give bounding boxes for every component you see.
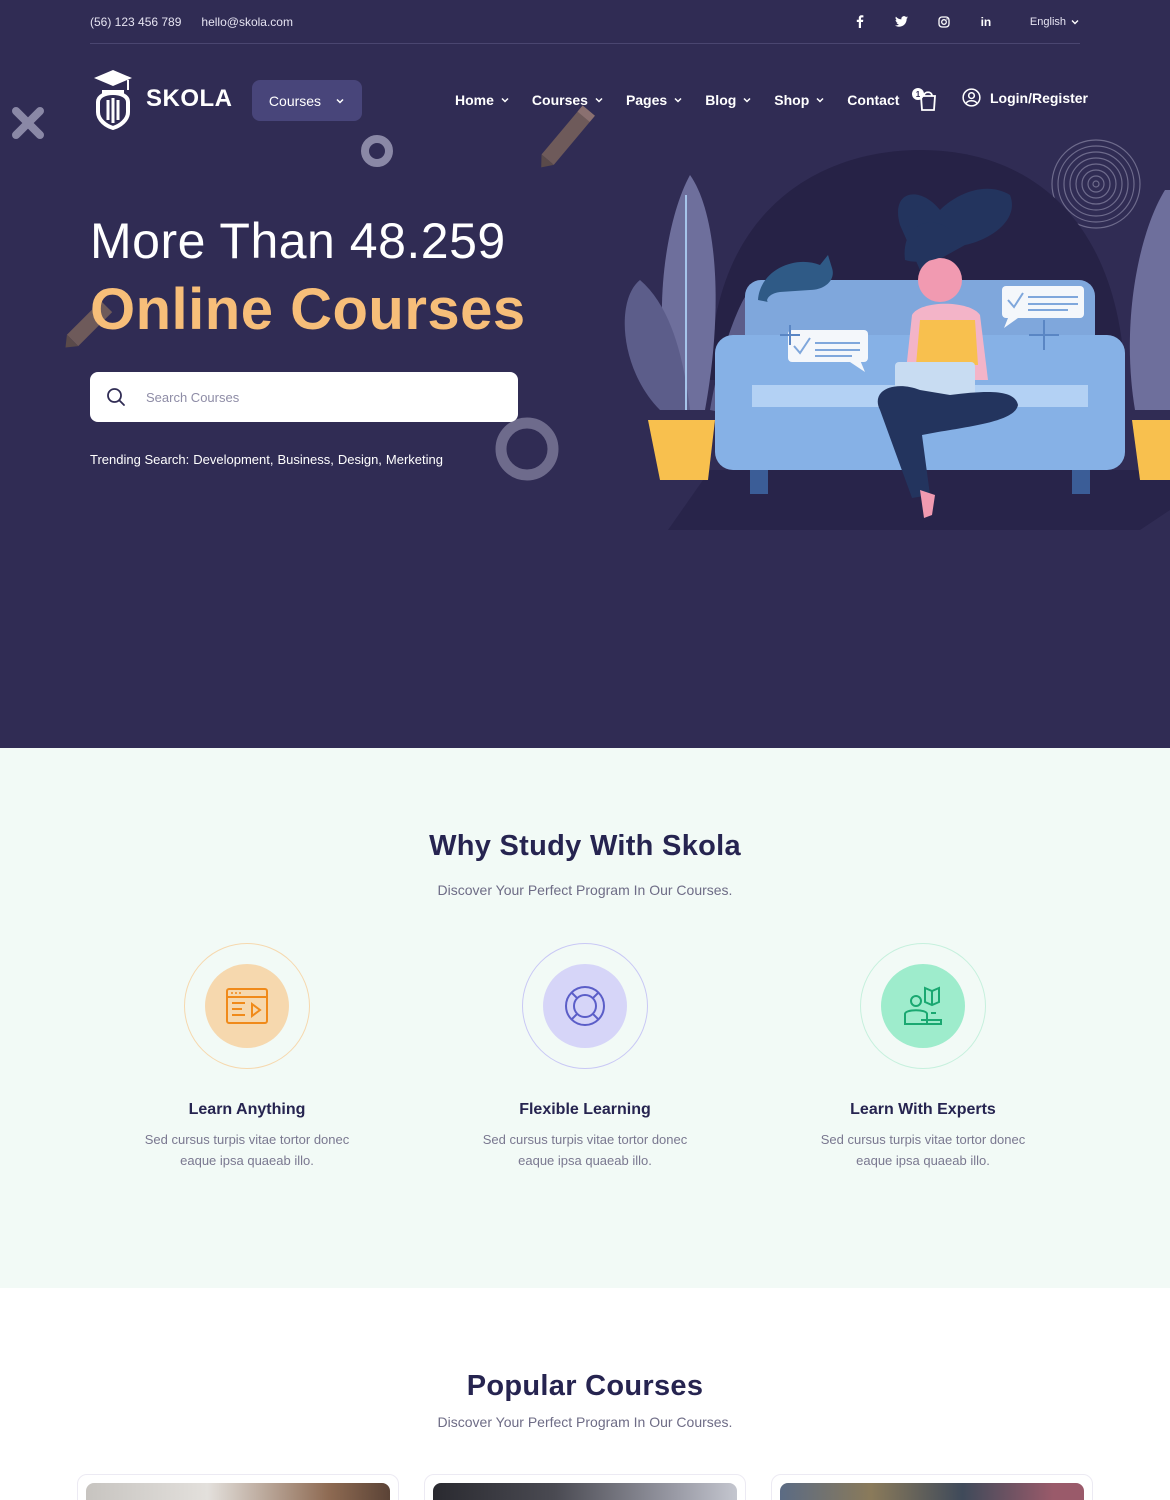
feature-card-flexible-learning: Flexible Learning Sed cursus turpis vita… [445, 943, 725, 1171]
instagram-icon[interactable] [936, 14, 952, 30]
site-logo[interactable]: SKOLA [90, 68, 233, 130]
chevron-down-icon [674, 97, 682, 103]
hero-title-line2: Online Courses [90, 277, 526, 342]
login-register-label: Login/Register [990, 89, 1089, 106]
feature-description-line: eaque ipsa quaeab illo. [518, 1153, 652, 1168]
x-shape-decoration [12, 107, 44, 139]
feature-card-learn-anything: Learn Anything Sed cursus turpis vitae t… [107, 943, 387, 1171]
course-card[interactable] [771, 1474, 1093, 1500]
trending-link-development[interactable]: Development, [193, 452, 273, 467]
popular-section-title: Popular Courses [466, 1370, 704, 1402]
feature-description-line: Sed cursus turpis vitae tortor donec [144, 1132, 350, 1147]
expert-reading-icon [904, 986, 942, 1025]
graduation-pencil-logo-icon [94, 70, 132, 130]
nav-item-blog[interactable]: Blog [705, 92, 752, 108]
feature-description: Sed cursus turpis vitae tortor donec eaq… [783, 1129, 1063, 1171]
brand-name: SKOLA [146, 85, 233, 112]
popular-courses-section: Popular Courses Discover Your Perfect Pr… [0, 1288, 1170, 1500]
chevron-down-icon [1071, 19, 1079, 24]
feature-card-learn-with-experts: Learn With Experts Sed cursus turpis vit… [783, 943, 1063, 1171]
course-card[interactable] [77, 1474, 399, 1500]
cart-count-badge: 1 [912, 88, 924, 100]
feature-icon-ring [184, 943, 310, 1069]
user-icon [962, 88, 981, 107]
feature-title: Learn Anything [188, 1101, 306, 1118]
nav-item-contact[interactable]: Contact [847, 92, 899, 108]
feature-icon-ring [522, 943, 648, 1069]
why-section-title: Why Study With Skola [429, 830, 741, 862]
feature-description-line: eaque ipsa quaeab illo. [856, 1153, 990, 1168]
phone-number[interactable]: (56) 123 456 789 [90, 15, 181, 29]
trending-link-marketing[interactable]: Merketing [386, 452, 443, 467]
top-bar: (56) 123 456 789 hello@skola.com in Engl… [90, 0, 1080, 44]
nav-item-shop[interactable]: Shop [774, 92, 825, 108]
chevron-down-icon [595, 97, 603, 103]
nav-item-label: Home [455, 92, 494, 108]
popular-section-subtitle: Discover Your Perfect Program In Our Cou… [437, 1414, 733, 1430]
language-selector[interactable]: English [1030, 16, 1080, 28]
email-address[interactable]: hello@skola.com [201, 15, 293, 29]
cart-button[interactable]: 1 [912, 88, 938, 112]
course-thumbnail [86, 1483, 390, 1500]
feature-title: Flexible Learning [519, 1101, 651, 1118]
main-nav: Home Courses Pages Blog Shop Contact [455, 88, 921, 112]
trending-searches: Trending Search: Development, Business, … [90, 452, 443, 467]
nav-item-courses[interactable]: Courses [532, 92, 604, 108]
chevron-down-icon [816, 97, 824, 103]
courses-category-button[interactable]: Courses [252, 80, 362, 121]
feature-description: Sed cursus turpis vitae tortor donec eaq… [107, 1129, 387, 1171]
feature-description-line: Sed cursus turpis vitae tortor donec [820, 1132, 1026, 1147]
feature-description-line: Sed cursus turpis vitae tortor donec [482, 1132, 688, 1147]
trending-link-business[interactable]: Business, [277, 452, 333, 467]
course-card[interactable] [424, 1474, 746, 1500]
nav-item-home[interactable]: Home [455, 92, 510, 108]
linkedin-icon[interactable]: in [978, 14, 994, 30]
feature-icon-ring [860, 943, 986, 1069]
feature-icon-circle [881, 964, 965, 1048]
nav-item-label: Contact [847, 92, 900, 108]
why-section-subtitle: Discover Your Perfect Program In Our Cou… [437, 882, 733, 898]
course-search-box [90, 372, 518, 422]
social-links: in English [852, 14, 1080, 30]
trending-label: Trending Search: [90, 452, 190, 467]
course-thumbnail [780, 1483, 1084, 1500]
courses-category-label: Courses [268, 92, 322, 109]
hero-title-line1: More Than 48.259 [90, 213, 506, 269]
feature-icon-circle [205, 964, 289, 1048]
nav-item-label: Shop [774, 92, 810, 108]
course-thumbnail [433, 1483, 737, 1500]
trending-link-design[interactable]: Design, [338, 452, 382, 467]
search-icon[interactable] [106, 387, 126, 407]
feature-title: Learn With Experts [850, 1101, 996, 1118]
nav-item-pages[interactable]: Pages [626, 92, 683, 108]
chevron-down-icon [743, 97, 751, 103]
login-register-link[interactable]: Login/Register [962, 88, 1088, 107]
student-on-sofa-illustration [624, 150, 1170, 530]
facebook-icon[interactable] [852, 14, 868, 30]
chevron-down-icon [501, 97, 509, 103]
ring-decoration-large [495, 417, 559, 481]
nav-item-label: Pages [625, 92, 668, 108]
nav-item-label: Courses [531, 92, 588, 108]
lifebuoy-icon [565, 986, 605, 1026]
ring-decoration-small [361, 135, 393, 167]
twitter-icon[interactable] [894, 14, 910, 30]
language-label: English [1029, 15, 1066, 28]
why-study-section: Why Study With Skola Discover Your Perfe… [0, 748, 1170, 1288]
feature-icon-circle [543, 964, 627, 1048]
nav-item-label: Blog [705, 92, 737, 108]
search-input[interactable] [146, 389, 476, 405]
feature-description: Sed cursus turpis vitae tortor donec eaq… [445, 1129, 725, 1171]
feature-description-line: eaque ipsa quaeab illo. [180, 1153, 314, 1168]
video-course-icon [226, 988, 268, 1024]
chevron-down-icon [336, 98, 344, 104]
hero-section: (56) 123 456 789 hello@skola.com in Engl… [0, 0, 1170, 748]
